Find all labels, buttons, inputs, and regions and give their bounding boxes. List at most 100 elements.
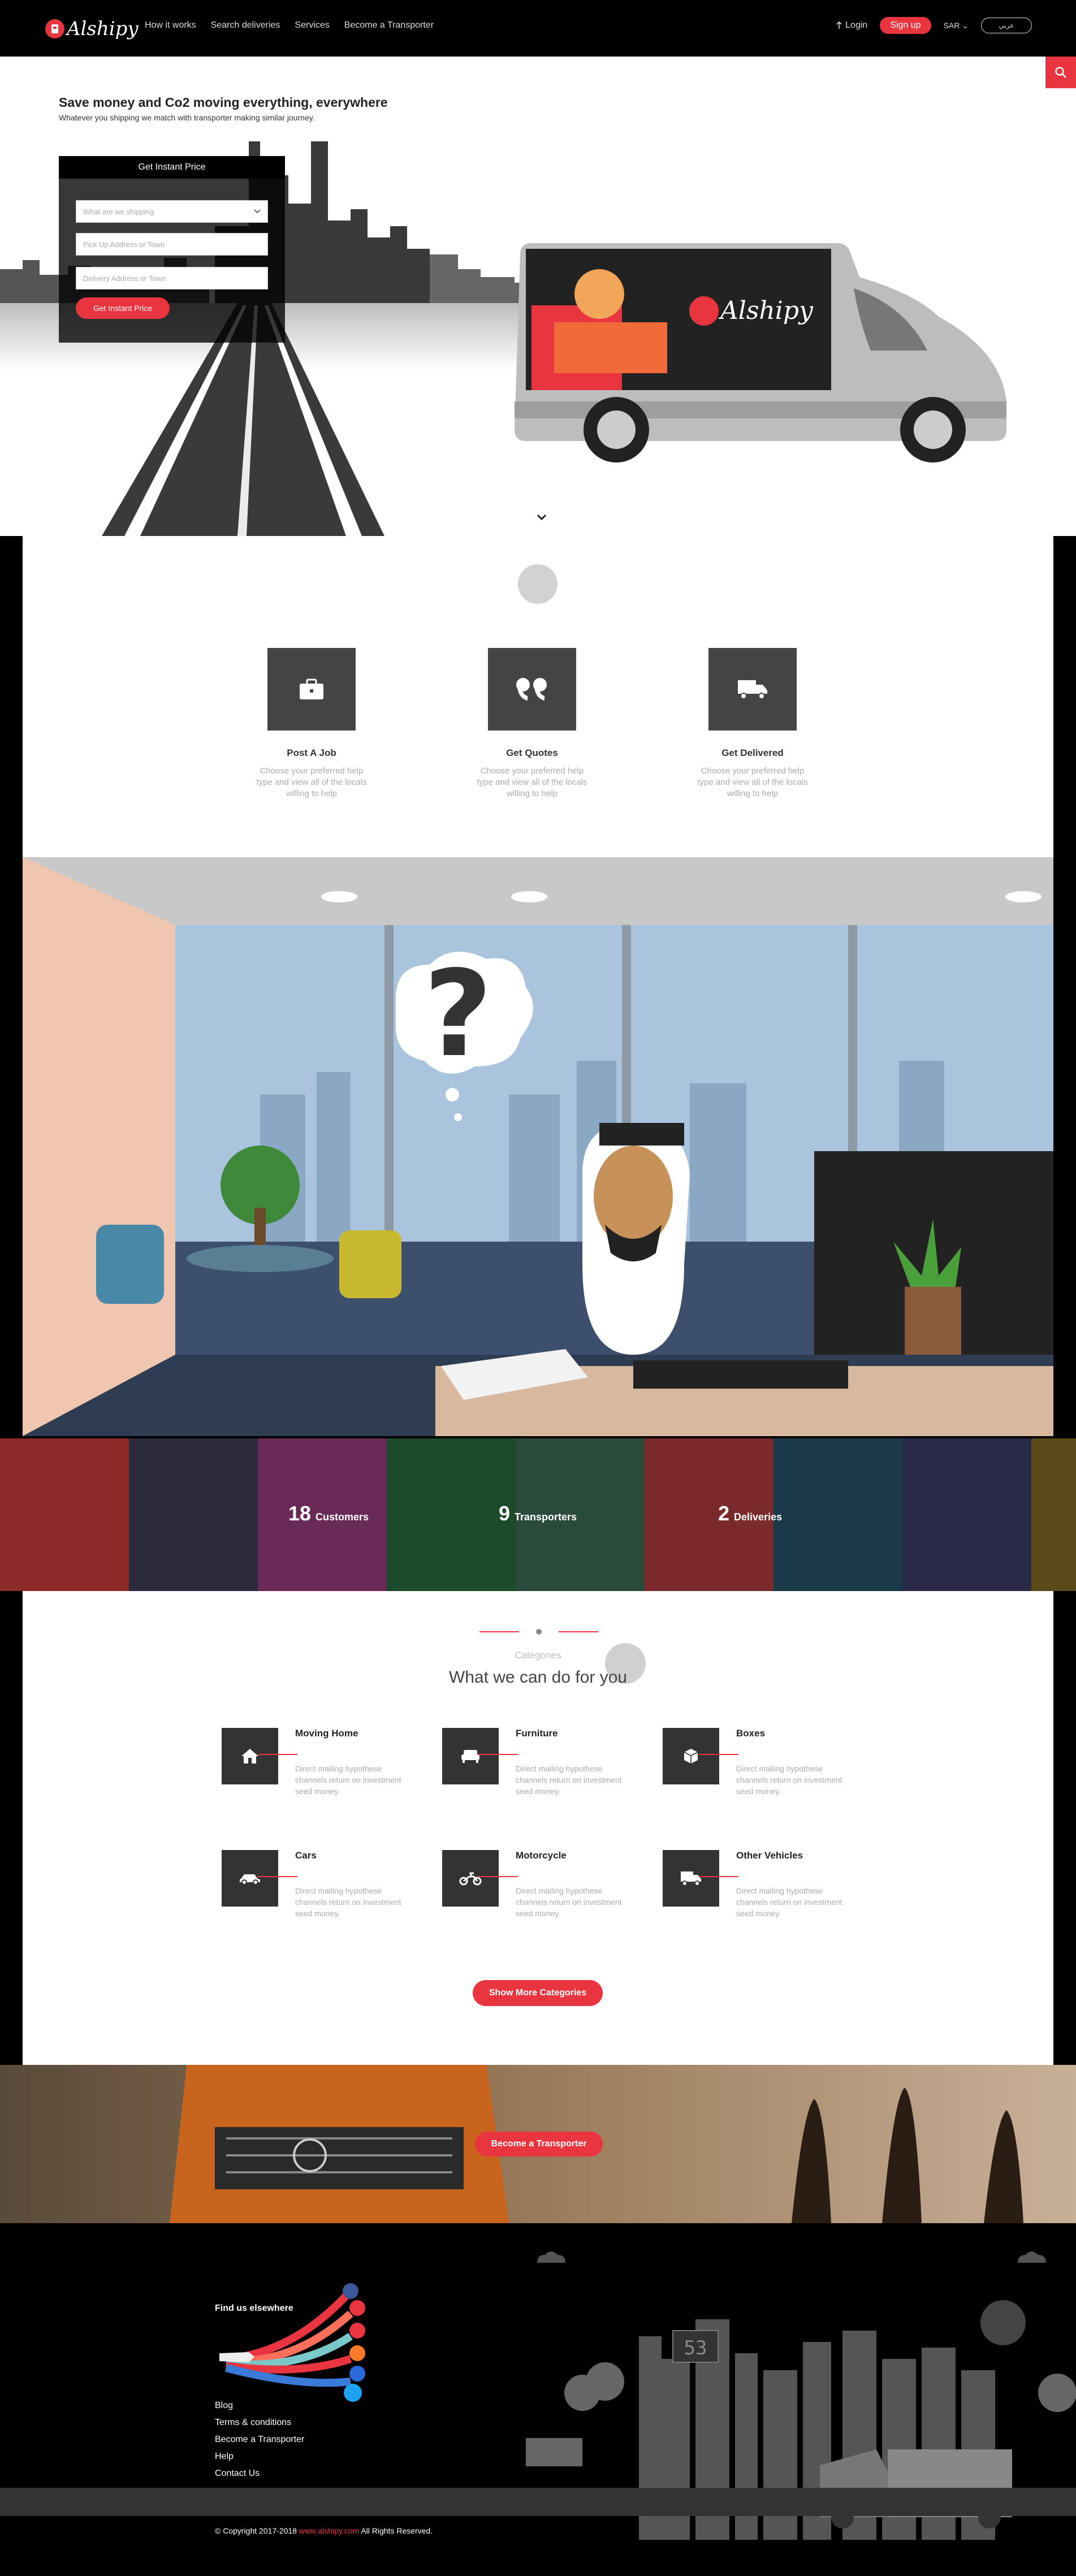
nav-services[interactable]: Services bbox=[295, 20, 329, 31]
chevron-down-icon bbox=[254, 209, 261, 214]
currency-selector[interactable]: SAR ⌄ bbox=[944, 21, 969, 31]
step-post-a-job: Post A Job Choose your preferred help ty… bbox=[252, 648, 371, 799]
category-accent-line bbox=[258, 1754, 297, 1755]
category-accent-line bbox=[699, 1754, 738, 1755]
vehicle-tile bbox=[129, 1438, 258, 1591]
category-accent-line bbox=[478, 1754, 518, 1755]
quote-icon bbox=[516, 678, 547, 701]
copyright-site-link[interactable]: www.alshipy.com bbox=[299, 2526, 359, 2535]
footer-link-contact[interactable]: Contact Us bbox=[215, 2469, 304, 2486]
shipping-type-select[interactable]: What are we shipping bbox=[76, 200, 268, 223]
facebook-icon[interactable] bbox=[343, 2283, 358, 2299]
briefcase-icon bbox=[300, 678, 323, 699]
airplane-icon bbox=[219, 2352, 254, 2362]
stat-number: 9 bbox=[499, 1502, 511, 1525]
categories-title: What we can do for you bbox=[448, 1668, 628, 1687]
twitter-icon[interactable] bbox=[344, 2384, 362, 2402]
get-instant-price-button[interactable]: Get Instant Price bbox=[76, 297, 170, 319]
login-link[interactable]: Login bbox=[836, 20, 867, 31]
category-title: Boxes bbox=[736, 1728, 766, 1739]
step-icon-box bbox=[708, 648, 797, 731]
search-icon bbox=[1055, 67, 1066, 78]
category-icon-box bbox=[663, 1850, 719, 1907]
instant-price-form: Get Instant Price What are we shipping P… bbox=[59, 156, 285, 343]
scroll-down-chevron-icon[interactable] bbox=[536, 513, 547, 521]
search-button[interactable] bbox=[1045, 57, 1076, 88]
category-title: Other Vehicles bbox=[736, 1850, 803, 1861]
footer-links: Blog Terms & conditions Become a Transpo… bbox=[215, 2401, 304, 2486]
category-description: Direct mailing hypothese channels return… bbox=[295, 1886, 401, 1918]
nav-search-deliveries[interactable]: Search deliveries bbox=[211, 20, 280, 31]
hero-section: Save money and Co2 moving everything, ev… bbox=[0, 57, 1076, 536]
footer-link-terms[interactable]: Terms & conditions bbox=[215, 2418, 304, 2435]
category-furniture[interactable]: Furniture Direct mailing hypothese chann… bbox=[442, 1728, 646, 1801]
category-icon-box bbox=[222, 1728, 278, 1784]
thinking-man-office-illustration: ? bbox=[23, 857, 1053, 1436]
stat-customers: 18 Customers bbox=[288, 1502, 369, 1525]
google-plus-icon[interactable] bbox=[349, 2300, 365, 2316]
nav-how-it-works[interactable]: How it works bbox=[145, 20, 196, 31]
delivery-van-illustration: Alshipy bbox=[515, 243, 1006, 463]
category-icon-box bbox=[442, 1850, 499, 1907]
top-navbar: Alshipy How it works Search deliveries S… bbox=[0, 0, 1076, 57]
show-more-categories-button[interactable]: Show More Categories bbox=[473, 1980, 603, 2006]
category-motorcycle[interactable]: Motorcycle Direct mailing hypothese chan… bbox=[442, 1850, 646, 1924]
footer-link-blog[interactable]: Blog bbox=[215, 2401, 304, 2418]
chevron-down-icon: ⌄ bbox=[962, 20, 969, 30]
shipping-type-placeholder: What are we shipping bbox=[83, 207, 154, 216]
delivery-address-input[interactable]: Delivery Address or Town bbox=[76, 267, 268, 289]
stat-number: 18 bbox=[288, 1502, 312, 1525]
hero-subtitle: Whatever you shipping we match with tran… bbox=[59, 113, 315, 122]
category-other-vehicles[interactable]: Other Vehicles Direct mailing hypothese … bbox=[663, 1850, 866, 1924]
category-title: Motorcycle bbox=[516, 1850, 567, 1861]
category-icon-box bbox=[663, 1728, 719, 1784]
step-title: Get Quotes bbox=[506, 747, 558, 758]
become-transporter-button[interactable]: Become a Transporter bbox=[475, 2132, 603, 2156]
rss-icon[interactable] bbox=[349, 2345, 365, 2361]
category-title: Cars bbox=[295, 1850, 317, 1861]
category-description: Direct mailing hypothese channels return… bbox=[736, 1886, 842, 1918]
van-logo-text: Alshipy bbox=[718, 296, 814, 325]
step-get-delivered: Get Delivered Choose your preferred help… bbox=[693, 648, 812, 799]
step-description: Choose your preferred help type and view… bbox=[477, 766, 587, 798]
category-boxes[interactable]: Boxes Direct mailing hypothese channels … bbox=[663, 1728, 866, 1801]
stat-number: 2 bbox=[718, 1502, 730, 1525]
speed-sign-number: 53 bbox=[684, 2337, 707, 2359]
language-toggle[interactable]: عربي bbox=[981, 18, 1032, 33]
site-footer: 53 Find us elsewhere Blog Terms & condit… bbox=[0, 2223, 1076, 2576]
hero-title: Save money and Co2 moving everything, ev… bbox=[59, 95, 388, 110]
category-description: Direct mailing hypothese channels return… bbox=[516, 1886, 622, 1918]
category-moving-home[interactable]: Moving Home Direct mailing hypothese cha… bbox=[222, 1728, 425, 1801]
main-nav: How it works Search deliveries Services … bbox=[145, 20, 434, 31]
category-cars[interactable]: Cars Direct mailing hypothese channels r… bbox=[222, 1850, 425, 1924]
pinterest-icon[interactable] bbox=[349, 2323, 365, 2339]
category-accent-line bbox=[699, 1876, 738, 1877]
decorative-circle bbox=[518, 564, 558, 604]
logo-text: Alshipy bbox=[67, 18, 139, 40]
site-logo[interactable]: Alshipy bbox=[45, 15, 139, 43]
find-us-heading: Find us elsewhere bbox=[215, 2303, 293, 2313]
how-it-works-section: Post A Job Choose your preferred help ty… bbox=[23, 536, 1053, 857]
category-icon-box bbox=[442, 1728, 499, 1784]
copyright-line: © Copyright 2017-2018 www.alshipy.com Al… bbox=[215, 2526, 433, 2535]
step-description: Choose your preferred help type and view… bbox=[256, 766, 367, 798]
currency-label: SAR bbox=[943, 20, 960, 30]
category-accent-line bbox=[478, 1876, 518, 1877]
section-divider-ornament bbox=[479, 1629, 598, 1635]
stats-section: 18 Customers 9 Transporters 2 Deliveries bbox=[0, 1438, 1076, 1591]
stat-transporters: 9 Transporters bbox=[499, 1502, 577, 1525]
category-title: Furniture bbox=[516, 1728, 558, 1739]
vehicle-tile bbox=[0, 1438, 129, 1591]
stat-label: Deliveries bbox=[734, 1511, 783, 1523]
signup-button[interactable]: Sign up bbox=[880, 17, 931, 34]
step-icon-box bbox=[488, 648, 576, 731]
copyright-prefix: © Copyright 2017-2018 bbox=[215, 2526, 297, 2535]
footer-link-become-transporter[interactable]: Become a Transporter bbox=[215, 2435, 304, 2452]
footer-road-strip bbox=[0, 2488, 1076, 2516]
pickup-address-input[interactable]: Pick Up Address or Town bbox=[76, 233, 268, 256]
footer-link-help[interactable]: Help bbox=[215, 2452, 304, 2469]
linkedin-icon[interactable] bbox=[349, 2366, 365, 2381]
nav-become-transporter[interactable]: Become a Transporter bbox=[344, 20, 434, 31]
truck-icon bbox=[681, 1872, 701, 1886]
sofa-icon bbox=[461, 1750, 479, 1763]
